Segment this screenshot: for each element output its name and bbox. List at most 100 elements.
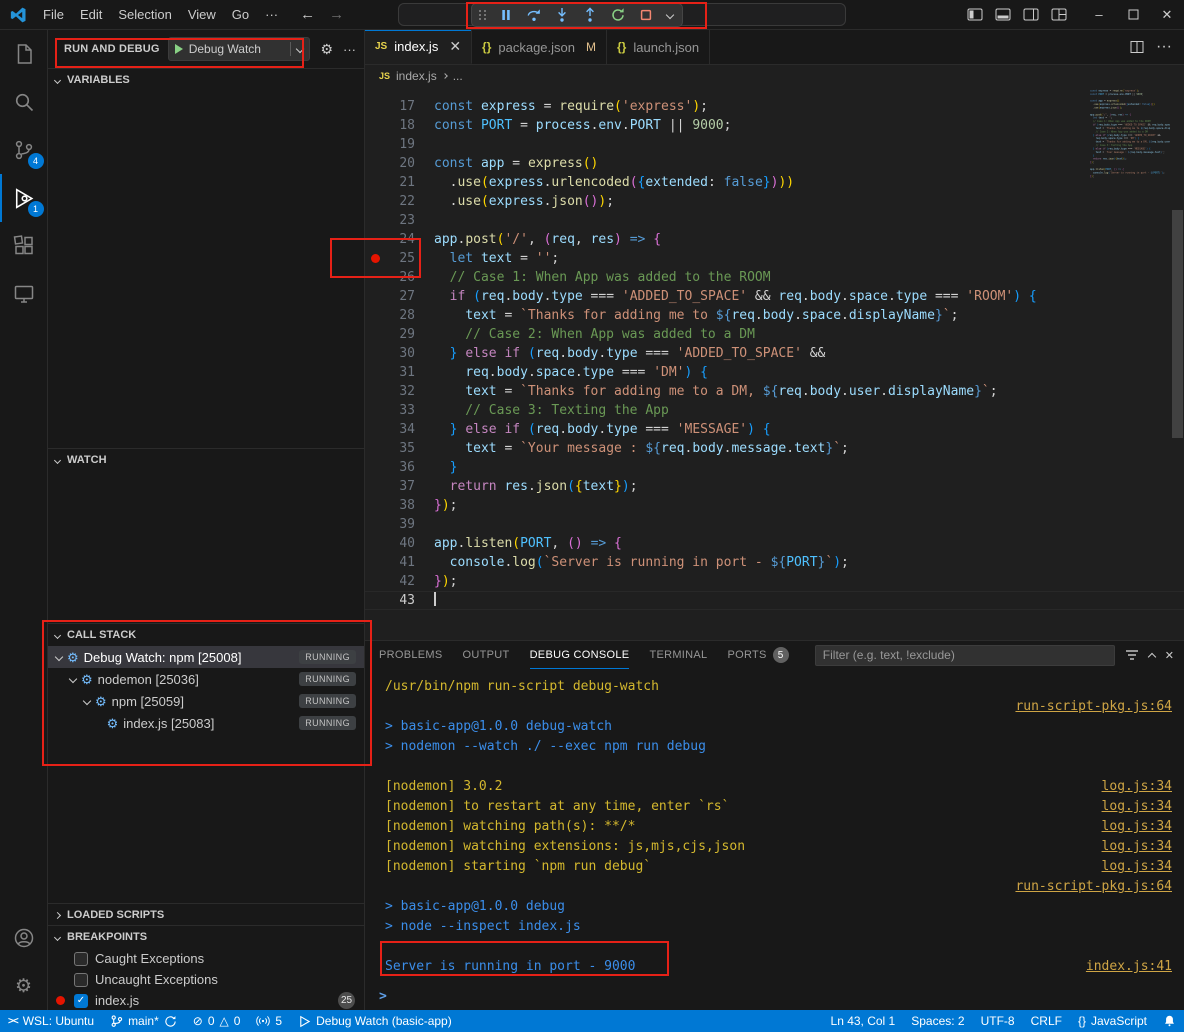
line-number[interactable]: 18: [385, 116, 415, 135]
loaded-scripts-header[interactable]: LOADED SCRIPTS: [48, 904, 364, 925]
menu-more[interactable]: ···: [257, 3, 286, 26]
gutter-breakpoint-slot[interactable]: [365, 496, 385, 515]
code-line-22[interactable]: 22 .use(express.json());: [365, 192, 1184, 211]
minimize-button[interactable]: –: [1082, 0, 1116, 30]
tab-ports[interactable]: PORTS 5: [727, 641, 788, 669]
code-line-30[interactable]: 30 } else if (req.body.type === 'ADDED_T…: [365, 344, 1184, 363]
watch-header[interactable]: WATCH: [48, 449, 364, 471]
call-stack-session[interactable]: ⚙Debug Watch: npm [25008]RUNNING: [48, 646, 364, 668]
remote-indicator[interactable]: >< WSL: Ubuntu: [0, 1010, 102, 1032]
gutter-breakpoint-slot[interactable]: [365, 439, 385, 458]
restart-button[interactable]: [608, 5, 628, 25]
launch-config-chevron-icon[interactable]: [295, 45, 303, 53]
tab-launch-json[interactable]: {} launch.json: [607, 30, 710, 64]
session-select-chevron-icon[interactable]: [664, 5, 676, 25]
breakpoint-checkbox[interactable]: [74, 973, 88, 987]
language-mode[interactable]: {} JavaScript: [1070, 1010, 1155, 1032]
code-line-27[interactable]: 27 if (req.body.type === 'ADDED_TO_SPACE…: [365, 287, 1184, 306]
console-prompt-icon[interactable]: >: [379, 989, 387, 1004]
start-debugging-icon[interactable]: [175, 44, 183, 54]
call-stack-session[interactable]: ⚙npm [25059]RUNNING: [48, 690, 364, 712]
code-line-26[interactable]: 26 // Case 1: When App was added to the …: [365, 268, 1184, 287]
explorer-icon[interactable]: [0, 30, 48, 78]
gutter-breakpoint-slot[interactable]: [365, 116, 385, 135]
tab-close-icon[interactable]: ✕: [449, 38, 461, 55]
gutter-breakpoint-slot[interactable]: [365, 230, 385, 249]
console-filter-input[interactable]: [815, 645, 1115, 666]
editor-more-icon[interactable]: ···: [1156, 38, 1172, 56]
line-number[interactable]: 22: [385, 192, 415, 211]
line-number[interactable]: 27: [385, 287, 415, 306]
line-number[interactable]: 38: [385, 496, 415, 515]
code-line-38[interactable]: 38});: [365, 496, 1184, 515]
call-stack-session[interactable]: ⚙nodemon [25036]RUNNING: [48, 668, 364, 690]
line-number[interactable]: 35: [385, 439, 415, 458]
gutter-breakpoint-slot[interactable]: [365, 268, 385, 287]
code-line-39[interactable]: 39: [365, 515, 1184, 534]
gutter-breakpoint-slot[interactable]: [365, 477, 385, 496]
line-number[interactable]: 32: [385, 382, 415, 401]
tab-package-json[interactable]: {} package.json M: [472, 30, 607, 64]
maximize-panel-icon[interactable]: [1149, 650, 1155, 660]
step-out-button[interactable]: [580, 5, 600, 25]
line-number[interactable]: 33: [385, 401, 415, 420]
encoding[interactable]: UTF-8: [973, 1010, 1023, 1032]
line-number[interactable]: 24: [385, 230, 415, 249]
editor-scrollbar[interactable]: [1170, 87, 1184, 640]
accounts-icon[interactable]: [0, 914, 48, 962]
code-line-25[interactable]: 25 let text = '';: [365, 249, 1184, 268]
line-number[interactable]: 40: [385, 534, 415, 553]
code-line-32[interactable]: 32 text = `Thanks for adding me to a DM,…: [365, 382, 1184, 401]
tab-index-js[interactable]: JS index.js ✕: [365, 30, 472, 64]
source-control-icon[interactable]: 4: [0, 126, 48, 174]
gutter-breakpoint-slot[interactable]: [365, 553, 385, 572]
code-line-43[interactable]: 43: [365, 591, 1184, 610]
line-number[interactable]: 21: [385, 173, 415, 192]
source-link[interactable]: log.js:34: [1102, 797, 1176, 817]
code-line-20[interactable]: 20const app = express(): [365, 154, 1184, 173]
chevron-down-icon[interactable]: [69, 675, 77, 683]
gutter-breakpoint-slot[interactable]: [365, 401, 385, 420]
gutter-breakpoint-slot[interactable]: [365, 344, 385, 363]
source-link[interactable]: run-script-pkg.js:64: [1015, 877, 1176, 897]
settings-gear-icon[interactable]: ⚙: [0, 962, 48, 1010]
line-number[interactable]: 20: [385, 154, 415, 173]
source-link[interactable]: log.js:34: [1102, 777, 1176, 797]
breakpoint-row[interactable]: ✓index.js25: [48, 990, 364, 1010]
line-number[interactable]: 28: [385, 306, 415, 325]
code-line-34[interactable]: 34 } else if (req.body.type === 'MESSAGE…: [365, 420, 1184, 439]
step-into-button[interactable]: [552, 5, 572, 25]
stop-button[interactable]: [636, 5, 656, 25]
breakpoints-header[interactable]: BREAKPOINTS: [48, 926, 364, 948]
customize-layout-icon[interactable]: [1046, 0, 1072, 30]
line-number[interactable]: 31: [385, 363, 415, 382]
line-number[interactable]: 29: [385, 325, 415, 344]
variables-header[interactable]: VARIABLES: [48, 69, 364, 91]
maximize-button[interactable]: [1116, 0, 1150, 30]
gutter-breakpoint-slot[interactable]: [365, 420, 385, 439]
source-link[interactable]: run-script-pkg.js:64: [1015, 697, 1176, 717]
back-icon[interactable]: ←: [300, 6, 315, 23]
gutter-breakpoint-slot[interactable]: [365, 173, 385, 192]
menu-file[interactable]: File: [35, 3, 72, 26]
breakpoint-checkbox[interactable]: ✓: [74, 994, 88, 1008]
code-line-36[interactable]: 36 }: [365, 458, 1184, 477]
call-stack-session[interactable]: ⚙index.js [25083]RUNNING: [48, 712, 364, 734]
gutter-breakpoint-slot[interactable]: [365, 154, 385, 173]
run-and-debug-icon[interactable]: 1: [0, 174, 48, 222]
remote-explorer-icon[interactable]: [0, 270, 48, 318]
toggle-secondary-sidebar-icon[interactable]: [1018, 0, 1044, 30]
drag-grip-icon[interactable]: [478, 5, 488, 25]
source-link[interactable]: log.js:34: [1102, 857, 1176, 877]
gutter-breakpoint-slot[interactable]: [365, 515, 385, 534]
code-line-31[interactable]: 31 req.body.space.type === 'DM') {: [365, 363, 1184, 382]
line-number[interactable]: 42: [385, 572, 415, 591]
pause-button[interactable]: [496, 5, 516, 25]
search-icon[interactable]: [0, 78, 48, 126]
tab-debug-console[interactable]: DEBUG CONSOLE: [530, 641, 630, 669]
tab-terminal[interactable]: TERMINAL: [649, 641, 707, 669]
code-line-42[interactable]: 42});: [365, 572, 1184, 591]
line-number[interactable]: 39: [385, 515, 415, 534]
line-number[interactable]: 19: [385, 135, 415, 154]
line-number[interactable]: 26: [385, 268, 415, 287]
